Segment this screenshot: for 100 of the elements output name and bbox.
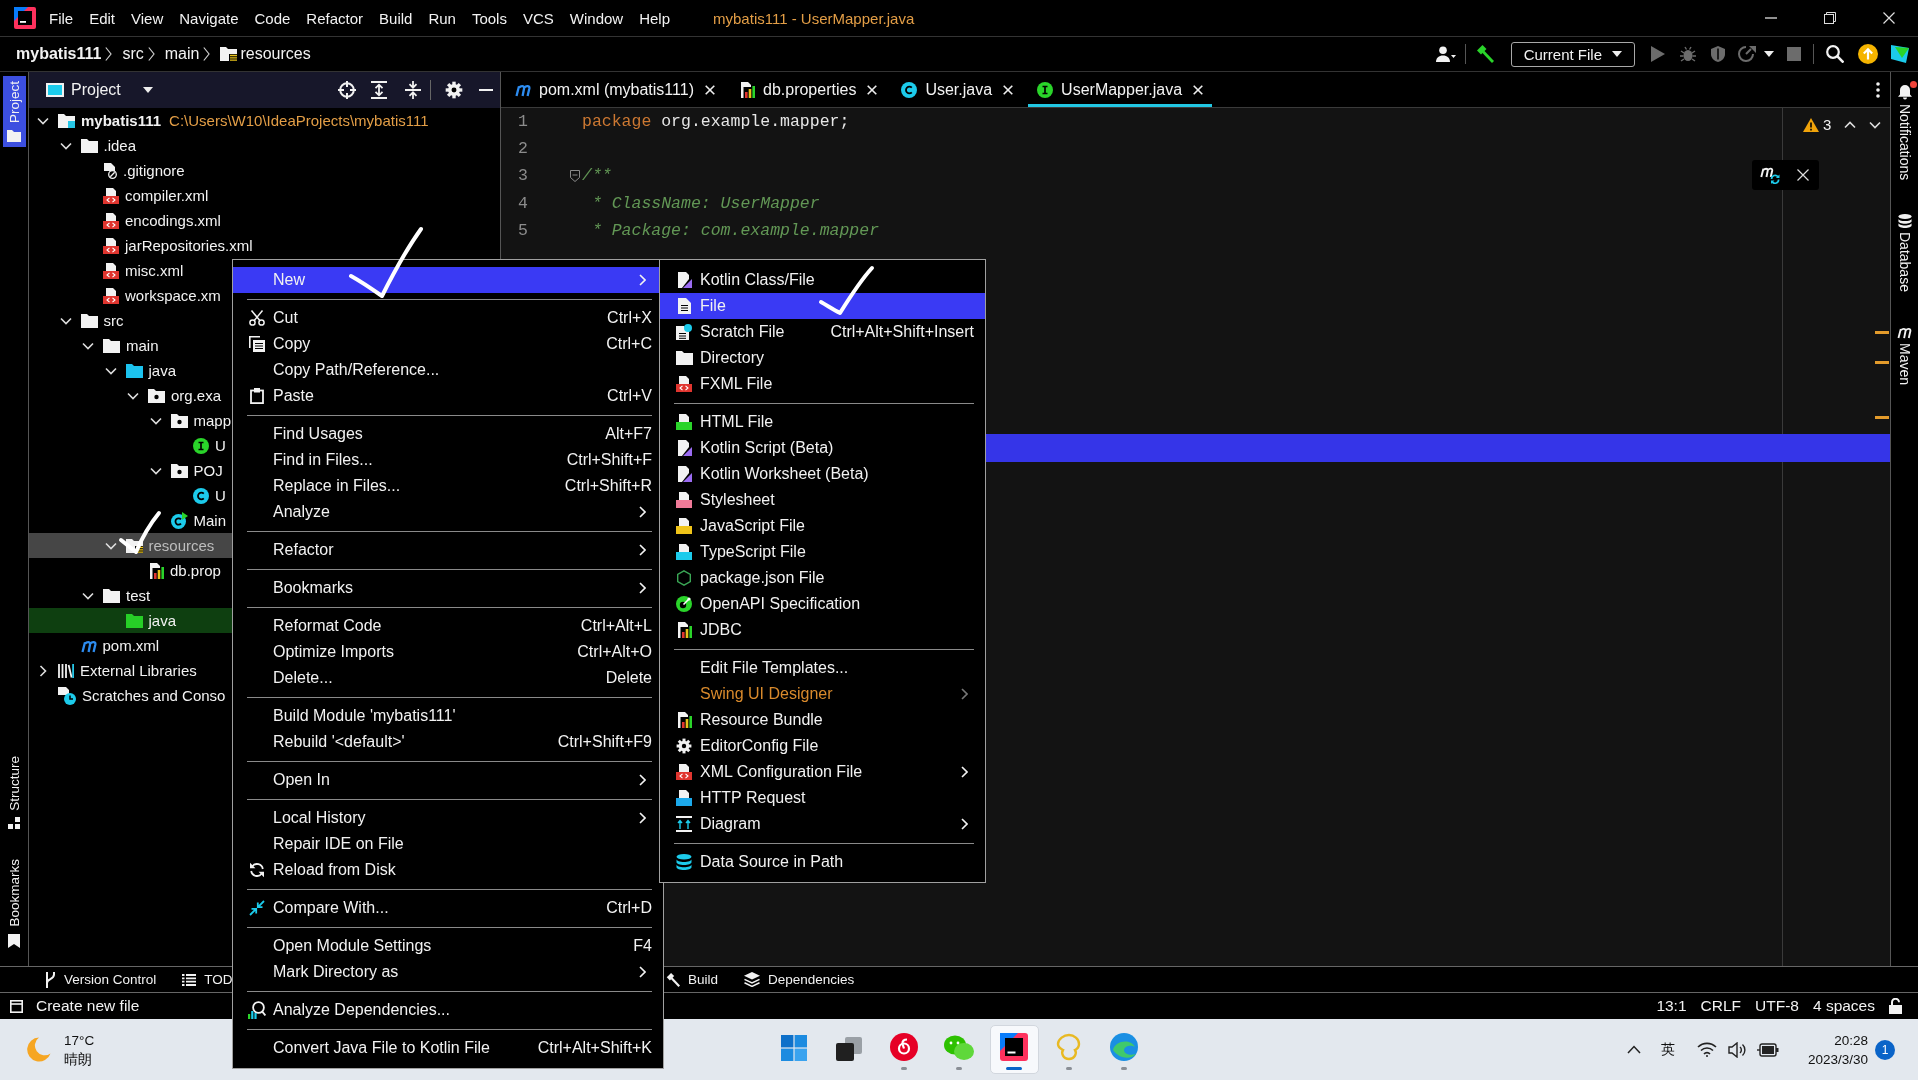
menu-item[interactable]: Convert Java File to Kotlin File Ctrl+Alt+Shift+K [233, 1035, 663, 1061]
tree-item[interactable]: db.prop [29, 558, 232, 583]
chevron-down-icon[interactable] [82, 341, 94, 350]
close-icon[interactable] [1193, 84, 1204, 95]
status-widget[interactable]: UTF-8 [1755, 997, 1799, 1015]
tree-item[interactable]: .gitignore [29, 158, 232, 183]
notification-badge[interactable]: 1 [1875, 1039, 1895, 1060]
chevron-down-icon[interactable] [149, 466, 162, 475]
menu-item[interactable]: Repair IDE on File [233, 831, 663, 857]
menu-item[interactable]: Analyze [233, 499, 663, 525]
menu-item[interactable]: Refactor [298, 9, 372, 27]
logo-icon[interactable] [1890, 44, 1910, 64]
crosshair-icon[interactable] [338, 81, 356, 99]
person-icon[interactable] [1435, 46, 1456, 62]
menu-item[interactable]: File [41, 9, 82, 27]
chevron-down-icon[interactable] [59, 316, 72, 325]
close-icon[interactable] [1003, 84, 1014, 95]
menu-item[interactable]: Rebuild '<default>' Ctrl+Shift+F9 [233, 729, 663, 755]
minimize-icon[interactable] [1764, 17, 1777, 19]
tree-item[interactable]: misc.xml [29, 258, 232, 283]
fold-marker-icon[interactable] [570, 169, 580, 182]
menu-item[interactable]: XML Configuration File [660, 759, 985, 785]
clock-time[interactable]: 20:28 [1834, 1030, 1868, 1050]
tool-window-tab[interactable]: Dependencies [744, 972, 855, 987]
menu-item[interactable]: Local History [233, 805, 663, 831]
search-icon[interactable] [1826, 45, 1844, 63]
status-widget[interactable]: 4 spaces [1812, 997, 1875, 1015]
chevron-down-icon[interactable] [59, 141, 72, 150]
warning-marker-icon[interactable] [1875, 361, 1889, 364]
run-configuration-dropdown[interactable]: Current File [1510, 41, 1635, 67]
menu-item[interactable]: Mark Directory as [233, 959, 663, 985]
tree-item[interactable]: org.exa [29, 383, 232, 408]
menu-item[interactable]: Directory [660, 345, 985, 371]
tool-window-tab[interactable]: Bookmarks [2, 854, 26, 953]
menu-item[interactable]: Stylesheet [660, 487, 985, 513]
gauge-icon[interactable] [1738, 46, 1756, 62]
tool-window-tab[interactable]: Structure [2, 750, 26, 835]
collapse-arrows-icon[interactable] [405, 81, 421, 99]
up-arrow-circle-icon[interactable] [1858, 44, 1878, 64]
menu-item[interactable]: HTML File [660, 409, 985, 435]
menu-item[interactable]: Delete... Delete [233, 665, 663, 691]
menu-item[interactable]: View [123, 9, 172, 27]
restore-icon[interactable] [1823, 12, 1836, 24]
play-icon[interactable] [1651, 46, 1665, 62]
menu-item[interactable]: FXML File [660, 371, 985, 397]
menu-item[interactable]: Cut Ctrl+X [233, 305, 663, 331]
tree-item[interactable]: U [29, 433, 236, 458]
status-widget[interactable]: 13:1 [1656, 997, 1687, 1015]
menu-item[interactable]: Build [371, 9, 421, 27]
menu-item[interactable]: Analyze Dependencies... [233, 997, 663, 1023]
breadcrumb-item[interactable]: mybatis111 [16, 45, 102, 63]
maven-reload-icon[interactable] [1760, 166, 1780, 184]
menu-item[interactable]: Run [420, 9, 464, 27]
editor-tab[interactable]: User.java [892, 72, 1023, 107]
wifi-icon[interactable] [1696, 1042, 1717, 1057]
menu-item[interactable]: Reload from Disk [233, 857, 663, 883]
menu-item[interactable]: Swing UI Designer [660, 681, 985, 707]
close-icon[interactable] [1797, 169, 1809, 181]
menu-item[interactable]: File [660, 293, 985, 319]
tree-item[interactable]: jarRepositories.xml [29, 233, 263, 258]
view-selector[interactable]: Project [46, 81, 153, 99]
menu-item[interactable]: Kotlin Script (Beta) [660, 435, 985, 461]
tree-item[interactable]: test [29, 583, 232, 608]
panel-toggle-icon[interactable] [10, 999, 23, 1013]
tree-item[interactable]: .idea [29, 133, 232, 158]
taskbar-button[interactable] [989, 1025, 1039, 1074]
close-icon[interactable] [867, 84, 878, 95]
menu-item[interactable]: Build Module 'mybatis111' [233, 703, 663, 729]
menu-item[interactable]: Edit [81, 9, 124, 27]
chevron-right-icon[interactable] [39, 664, 47, 677]
shield-icon[interactable] [1710, 46, 1726, 62]
tool-window-tab[interactable]: Notifications [1896, 84, 1913, 181]
tree-item[interactable]: Scratches and Conso [29, 683, 236, 708]
tree-item[interactable]: encodings.xml [29, 208, 232, 233]
menu-item[interactable]: Refactor [233, 537, 663, 563]
menu-item[interactable]: Resource Bundle [660, 707, 985, 733]
menu-item[interactable]: Navigate [171, 9, 247, 27]
menu-item[interactable]: Window [561, 9, 632, 27]
menu-item[interactable]: Edit File Templates... [660, 655, 985, 681]
menu-item[interactable]: Kotlin Worksheet (Beta) [660, 461, 985, 487]
close-icon[interactable] [705, 84, 715, 95]
menu-item[interactable]: Paste Ctrl+V [233, 383, 663, 409]
breadcrumb-item[interactable]: main [164, 45, 200, 63]
menu-item[interactable]: Code [246, 9, 299, 27]
input-method-indicator[interactable]: 英 [1660, 1040, 1675, 1059]
expand-arrows-icon[interactable] [371, 81, 387, 99]
menu-item[interactable]: Copy Ctrl+C [233, 331, 663, 357]
menu-item[interactable]: JavaScript File [660, 513, 985, 539]
menu-item[interactable]: Scratch File Ctrl+Alt+Shift+Insert [660, 319, 985, 345]
menu-item[interactable]: HTTP Request [660, 785, 985, 811]
menu-item[interactable]: OpenAPI Specification [660, 591, 985, 617]
tool-window-tab[interactable]: TOD [182, 972, 233, 987]
chevron-down-icon[interactable] [149, 416, 162, 425]
editor-tab[interactable]: db.properties [730, 72, 887, 107]
tree-item[interactable]: resources [29, 533, 232, 558]
chevron-down-icon[interactable] [1869, 120, 1882, 129]
tree-item[interactable]: java [29, 358, 232, 383]
menu-item[interactable]: Diagram [660, 811, 985, 837]
warning-marker-icon[interactable] [1875, 331, 1889, 334]
hammer-icon[interactable] [1475, 45, 1494, 63]
